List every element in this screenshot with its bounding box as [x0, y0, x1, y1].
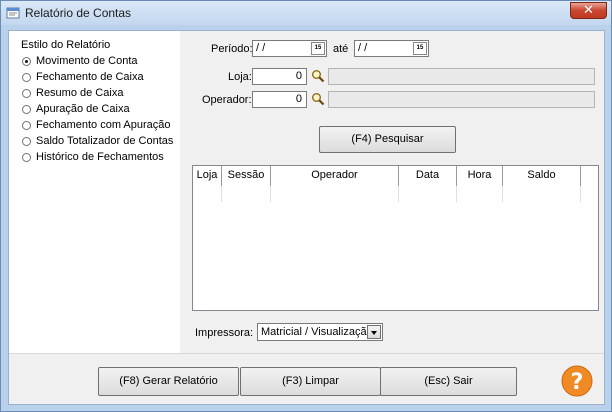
- radio-label: Apuração de Caixa: [36, 103, 130, 115]
- cell-sessao: [222, 186, 271, 202]
- column-header-saldo[interactable]: Saldo: [503, 166, 581, 186]
- app-icon: [6, 7, 20, 19]
- window-title: Relatório de Contas: [25, 6, 132, 20]
- column-header-sessao[interactable]: Sessão: [222, 166, 271, 186]
- report-style-title: Estilo do Relatório: [21, 39, 111, 51]
- date-from-value: / /: [256, 42, 266, 54]
- radio-dot[interactable]: [22, 105, 31, 114]
- periodo-label: Período:: [211, 43, 253, 55]
- radio-label: Saldo Totalizador de Contas: [36, 135, 174, 147]
- printer-select[interactable]: Matricial / Visualização: [257, 323, 383, 341]
- window: Relatório de Contas ✕ Estilo do Relatóri…: [0, 0, 612, 412]
- column-header-operador[interactable]: Operador: [271, 166, 399, 186]
- date-from-field[interactable]: / / 15: [252, 40, 327, 57]
- radio-label: Movimento de Conta: [36, 55, 138, 67]
- loja-code-input[interactable]: 0: [252, 68, 307, 85]
- radio-label: Histórico de Fechamentos: [36, 151, 164, 163]
- radio-label: Fechamento com Apuração: [36, 119, 171, 131]
- operador-code-input[interactable]: 0: [252, 91, 307, 108]
- date-to-value: / /: [358, 42, 368, 54]
- close-icon: ✕: [583, 3, 594, 18]
- cell-data: [399, 186, 457, 202]
- client-area: Estilo do Relatório Movimento de Conta F…: [8, 30, 605, 405]
- loja-description-field: [328, 68, 595, 85]
- report-style-panel: Estilo do Relatório Movimento de Conta F…: [9, 31, 180, 353]
- radio-dot[interactable]: [22, 121, 31, 130]
- table-row[interactable]: [193, 186, 581, 202]
- results-grid[interactable]: Loja Sessão Operador Data Hora Saldo: [192, 165, 599, 311]
- radio-dot[interactable]: [22, 137, 31, 146]
- help-icon[interactable]: ?: [561, 365, 593, 397]
- title-bar[interactable]: Relatório de Contas ✕: [1, 1, 611, 25]
- radio-label: Resumo de Caixa: [36, 87, 124, 99]
- operador-search-icon[interactable]: [311, 92, 325, 106]
- ate-label: até: [333, 43, 349, 55]
- radio-label: Fechamento de Caixa: [36, 71, 144, 83]
- svg-text:?: ?: [571, 370, 584, 395]
- radio-dot[interactable]: [22, 153, 31, 162]
- cell-hora: [457, 186, 503, 202]
- filter-panel: Período: / / 15 até / / 15 Loja: 0 Opera…: [180, 31, 604, 353]
- printer-selected-value: Matricial / Visualização: [261, 326, 373, 338]
- date-to-field[interactable]: / / 15: [354, 40, 429, 57]
- generate-report-button[interactable]: (F8) Gerar Relatório: [98, 367, 239, 396]
- cell-loja: [193, 186, 222, 202]
- calendar-icon[interactable]: 15: [413, 42, 427, 55]
- loja-search-icon[interactable]: [311, 69, 325, 83]
- cell-operador: [271, 186, 399, 202]
- loja-label: Loja:: [228, 71, 252, 83]
- radio-dot[interactable]: [22, 73, 31, 82]
- radio-dot[interactable]: [22, 89, 31, 98]
- column-header-data[interactable]: Data: [399, 166, 457, 186]
- column-header-hora[interactable]: Hora: [457, 166, 503, 186]
- close-button[interactable]: ✕: [570, 2, 607, 19]
- grid-header: Loja Sessão Operador Data Hora Saldo: [193, 166, 581, 186]
- search-button[interactable]: (F4) Pesquisar: [319, 126, 456, 153]
- calendar-icon[interactable]: 15: [311, 42, 325, 55]
- printer-label: Impressora:: [195, 327, 254, 339]
- radio-dot[interactable]: [22, 57, 31, 66]
- exit-button[interactable]: (Esc) Sair: [380, 367, 517, 396]
- column-header-loja[interactable]: Loja: [193, 166, 222, 186]
- operador-label: Operador:: [202, 94, 252, 106]
- clear-button[interactable]: (F3) Limpar: [240, 367, 381, 396]
- operador-description-field: [328, 91, 595, 108]
- cell-saldo: [503, 186, 581, 202]
- chevron-down-icon[interactable]: [367, 325, 381, 339]
